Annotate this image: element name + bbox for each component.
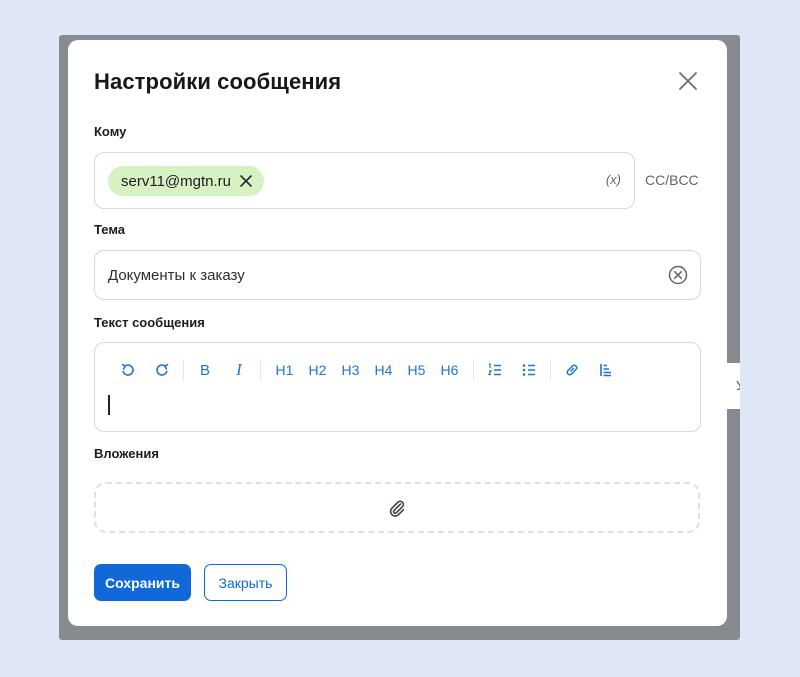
toolbar-divider [183, 359, 184, 381]
link-icon[interactable] [561, 359, 583, 381]
align-left-icon[interactable] [595, 359, 617, 381]
attachments-label: Вложения [94, 446, 159, 461]
clear-subject-icon[interactable] [668, 265, 688, 285]
heading-3-button[interactable]: H3 [337, 359, 364, 381]
heading-6-button[interactable]: H6 [436, 359, 463, 381]
save-button[interactable]: Сохранить [94, 564, 191, 601]
bullet-list-icon[interactable] [518, 359, 540, 381]
subject-field [94, 250, 701, 300]
message-settings-dialog: Настройки сообщения Кому serv11@mgtn.ru … [68, 40, 727, 626]
heading-4-button[interactable]: H4 [370, 359, 397, 381]
remove-recipient-icon[interactable] [239, 174, 253, 188]
subject-label: Тема [94, 222, 126, 237]
editor-toolbar: B I H1 H2 H3 H4 H5 H6 [117, 359, 617, 381]
recipients-field[interactable]: serv11@mgtn.ru (x) [94, 152, 635, 209]
to-label: Кому [94, 124, 127, 139]
toolbar-divider [473, 359, 474, 381]
subject-input[interactable] [108, 251, 648, 299]
heading-1-button[interactable]: H1 [271, 359, 298, 381]
close-button[interactable]: Закрыть [204, 564, 287, 601]
dialog-title: Настройки сообщения [94, 69, 342, 94]
message-editor[interactable]: B I H1 H2 H3 H4 H5 H6 [94, 342, 701, 432]
undo-icon[interactable] [117, 359, 139, 381]
bold-button[interactable]: B [194, 359, 216, 381]
heading-2-button[interactable]: H2 [304, 359, 331, 381]
close-icon[interactable] [676, 69, 700, 93]
paperclip-icon [389, 500, 405, 517]
italic-button[interactable]: I [228, 359, 250, 381]
toolbar-divider [260, 359, 261, 381]
text-caret [108, 395, 110, 415]
heading-5-button[interactable]: H5 [403, 359, 430, 381]
recipient-chip: serv11@mgtn.ru [108, 166, 264, 196]
redo-icon[interactable] [151, 359, 173, 381]
toolbar-divider [550, 359, 551, 381]
message-label: Текст сообщения [94, 315, 205, 330]
attachment-dropzone[interactable] [94, 482, 700, 533]
ordered-list-icon[interactable] [484, 359, 506, 381]
recipient-email: serv11@mgtn.ru [121, 172, 231, 190]
insert-variable-button[interactable]: (x) [606, 172, 621, 187]
cc-bcc-toggle[interactable]: CC/BCC [645, 172, 699, 188]
